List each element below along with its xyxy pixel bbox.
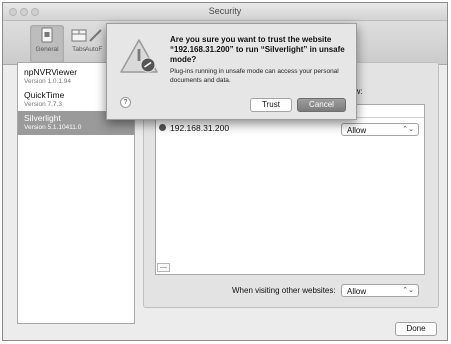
toolbar-tabs-label: Tabs bbox=[72, 46, 86, 53]
other-websites-label: When visiting other websites: bbox=[232, 286, 336, 295]
cancel-button[interactable]: Cancel bbox=[297, 98, 346, 112]
general-icon bbox=[41, 27, 53, 43]
toolbar-general-button[interactable]: General bbox=[30, 25, 64, 63]
warning-icon bbox=[120, 39, 158, 73]
other-websites-select[interactable]: Allow ⌃⌄ bbox=[341, 284, 419, 297]
toolbar-autofill-label: AutoF bbox=[85, 46, 103, 53]
select-arrows-icon: ⌃⌄ bbox=[402, 126, 414, 133]
plugin-version: Version 5.1.10411.0 bbox=[24, 124, 82, 131]
trust-confirmation-dialog: Are you sure you want to trust the websi… bbox=[106, 23, 357, 120]
title-bar: Security bbox=[3, 3, 447, 21]
autofill-icon bbox=[89, 29, 102, 42]
window-title: Security bbox=[208, 6, 242, 16]
trust-button[interactable]: Trust bbox=[250, 98, 292, 112]
help-button[interactable]: ? bbox=[120, 97, 131, 108]
website-url: 192.168.31.200 bbox=[170, 123, 230, 133]
dialog-message: Plug-ins running in unsafe mode can acce… bbox=[170, 68, 339, 84]
toolbar-autofill-button[interactable]: AutoF bbox=[85, 25, 107, 63]
other-websites-value: Allow bbox=[347, 287, 367, 296]
dialog-title: Are you sure you want to trust the websi… bbox=[170, 35, 345, 64]
globe-icon bbox=[159, 124, 166, 131]
toolbar-general-label: General bbox=[35, 46, 59, 53]
website-permission-value: Allow bbox=[347, 126, 367, 135]
website-permission-select[interactable]: Allow ⌃⌄ bbox=[341, 123, 419, 136]
select-arrows-icon: ⌃⌄ bbox=[402, 287, 414, 294]
remove-website-button[interactable]: — bbox=[157, 263, 170, 272]
done-button[interactable]: Done bbox=[395, 322, 437, 336]
